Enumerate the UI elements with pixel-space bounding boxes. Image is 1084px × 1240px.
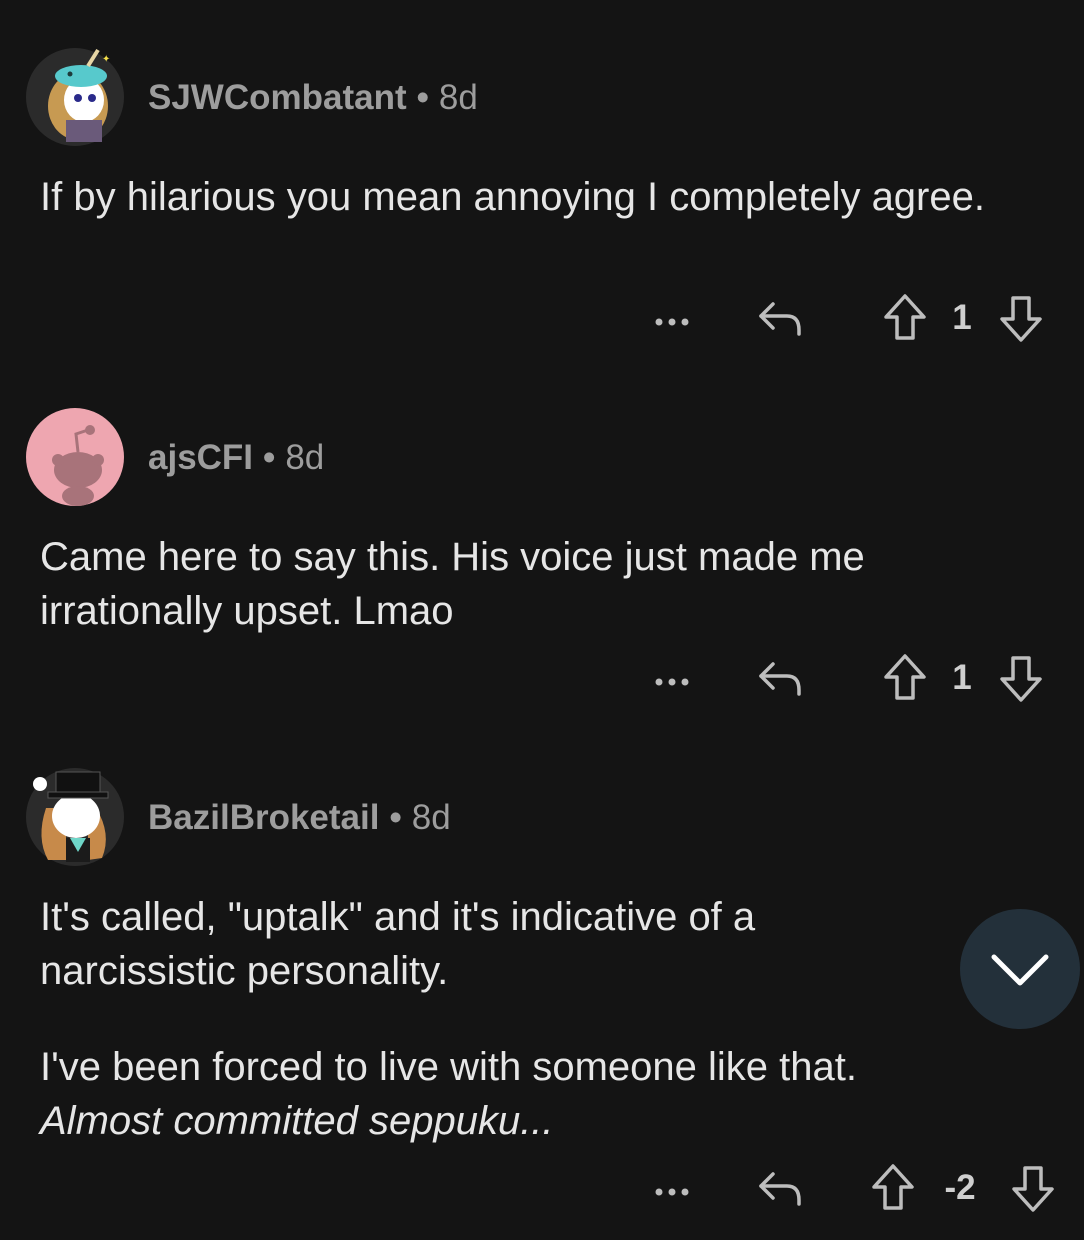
upvote-button[interactable]: [882, 652, 928, 704]
downvote-arrow-icon: [1000, 656, 1042, 702]
username-link[interactable]: ajsCFI: [148, 438, 253, 477]
downvote-arrow-icon: [1000, 296, 1042, 342]
more-options-icon: [655, 678, 689, 686]
comment-italic-text: Almost committed seppuku...: [40, 1099, 554, 1143]
scroll-to-next-button[interactable]: [960, 909, 1080, 1029]
comment-body: It's called, "uptalk" and it's indicativ…: [40, 890, 960, 998]
username-link[interactable]: BazilBroketail: [148, 798, 379, 837]
comment-actions: -2: [0, 1164, 1084, 1218]
more-options-icon: [655, 318, 689, 326]
more-options-button[interactable]: [652, 300, 692, 340]
vote-score: 1: [952, 298, 972, 337]
comment-body: Came here to say this. His voice just ma…: [40, 530, 1040, 638]
comment-actions: 1: [0, 294, 1084, 348]
comment-meta: BazilBroketail • 8d: [148, 798, 451, 838]
comment-paragraph: I've been forced to live with someone li…: [40, 1045, 857, 1089]
upvote-arrow-icon: [884, 294, 926, 340]
comment-body-continued: I've been forced to live with someone li…: [40, 1040, 1040, 1148]
vote-score: 1: [952, 658, 972, 697]
comment-actions: 1: [0, 654, 1084, 708]
upvote-button[interactable]: [882, 292, 928, 344]
comment-paragraph: It's called, "uptalk" and it's indicativ…: [40, 895, 756, 993]
meta-separator: •: [389, 798, 402, 837]
comment-meta: ajsCFI • 8d: [148, 438, 324, 478]
comment-age: 8d: [285, 438, 325, 477]
svg-text:✦: ✦: [102, 54, 110, 65]
comment-age: 8d: [411, 798, 451, 837]
vote-score: -2: [944, 1168, 976, 1207]
comment-paragraph: If by hilarious you mean annoying I comp…: [40, 175, 985, 219]
default-snoo-avatar-icon: [26, 408, 124, 506]
downvote-button[interactable]: [1010, 1162, 1056, 1214]
snoo-avatar-top-hat-icon: [26, 768, 124, 866]
comment-meta: SJWCombatant • 8d: [148, 78, 478, 118]
reply-icon: [759, 302, 801, 336]
meta-separator: •: [263, 438, 276, 477]
downvote-arrow-icon: [1012, 1166, 1054, 1212]
upvote-arrow-icon: [884, 654, 926, 700]
downvote-button[interactable]: [998, 292, 1044, 344]
avatar[interactable]: [26, 408, 124, 506]
chevron-down-icon: [991, 954, 1049, 986]
more-options-button[interactable]: [652, 660, 692, 700]
username-link[interactable]: SJWCombatant: [148, 78, 407, 117]
comment-age: 8d: [438, 78, 478, 117]
more-options-icon: [655, 1188, 689, 1196]
upvote-button[interactable]: [870, 1162, 916, 1214]
more-options-button[interactable]: [652, 1170, 692, 1210]
avatar[interactable]: [26, 768, 124, 866]
reply-button[interactable]: [755, 294, 805, 344]
upvote-arrow-icon: [872, 1164, 914, 1210]
comment-paragraph: Came here to say this. His voice just ma…: [40, 535, 865, 633]
snoo-avatar-narwhal-hat-icon: ✦: [26, 48, 124, 146]
downvote-button[interactable]: [998, 652, 1044, 704]
reply-button[interactable]: [755, 654, 805, 704]
comment-body: If by hilarious you mean annoying I comp…: [40, 170, 1040, 224]
reply-button[interactable]: [755, 1164, 805, 1214]
reply-icon: [759, 662, 801, 696]
reply-icon: [759, 1172, 801, 1206]
avatar[interactable]: ✦: [26, 48, 124, 146]
meta-separator: •: [416, 78, 429, 117]
